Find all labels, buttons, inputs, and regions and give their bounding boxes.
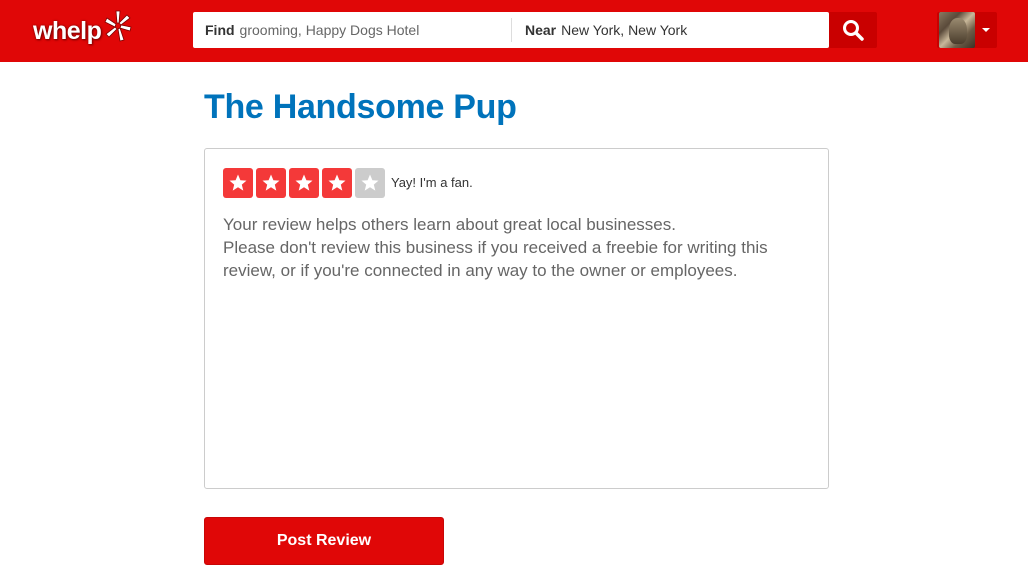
star-1[interactable] [223,168,253,198]
star-3[interactable] [289,168,319,198]
search-button[interactable] [829,12,877,48]
page-title: The Handsome Pup [204,88,517,126]
search-icon [843,20,864,41]
star-rating[interactable] [223,168,385,198]
star-4[interactable] [322,168,352,198]
star-icon [361,174,379,191]
avatar [939,12,975,48]
whelp-logo[interactable]: whelp [33,9,133,51]
find-input[interactable]: Find grooming, Happy Dogs Hotel [193,12,511,48]
review-placeholder: Your review helps others learn about gre… [223,213,813,282]
top-header: whelp Find grooming, Happy Dogs Hotel Ne… [0,0,1028,62]
chevron-down-icon [982,28,990,32]
burst-icon [104,10,132,42]
star-2[interactable] [256,168,286,198]
star-icon [229,174,247,191]
star-icon [328,174,346,191]
logo-text: whelp [33,17,102,45]
review-textarea[interactable]: Yay! I'm a fan. Your review helps others… [204,148,829,489]
find-value: grooming, Happy Dogs Hotel [239,22,420,38]
placeholder-line-1: Your review helps others learn about gre… [223,215,676,234]
search-bar: Find grooming, Happy Dogs Hotel Near New… [193,12,829,48]
find-label: Find [205,22,235,38]
placeholder-line-2: Please don't review this business if you… [223,238,768,280]
post-review-button[interactable]: Post Review [204,517,444,565]
star-icon [295,174,313,191]
star-icon [262,174,280,191]
near-value: New York, New York [561,22,688,38]
star-5[interactable] [355,168,385,198]
near-input[interactable]: Near New York, New York [512,12,829,48]
user-menu-button[interactable] [937,12,997,48]
near-label: Near [525,22,557,38]
rating-text: Yay! I'm a fan. [391,175,473,190]
